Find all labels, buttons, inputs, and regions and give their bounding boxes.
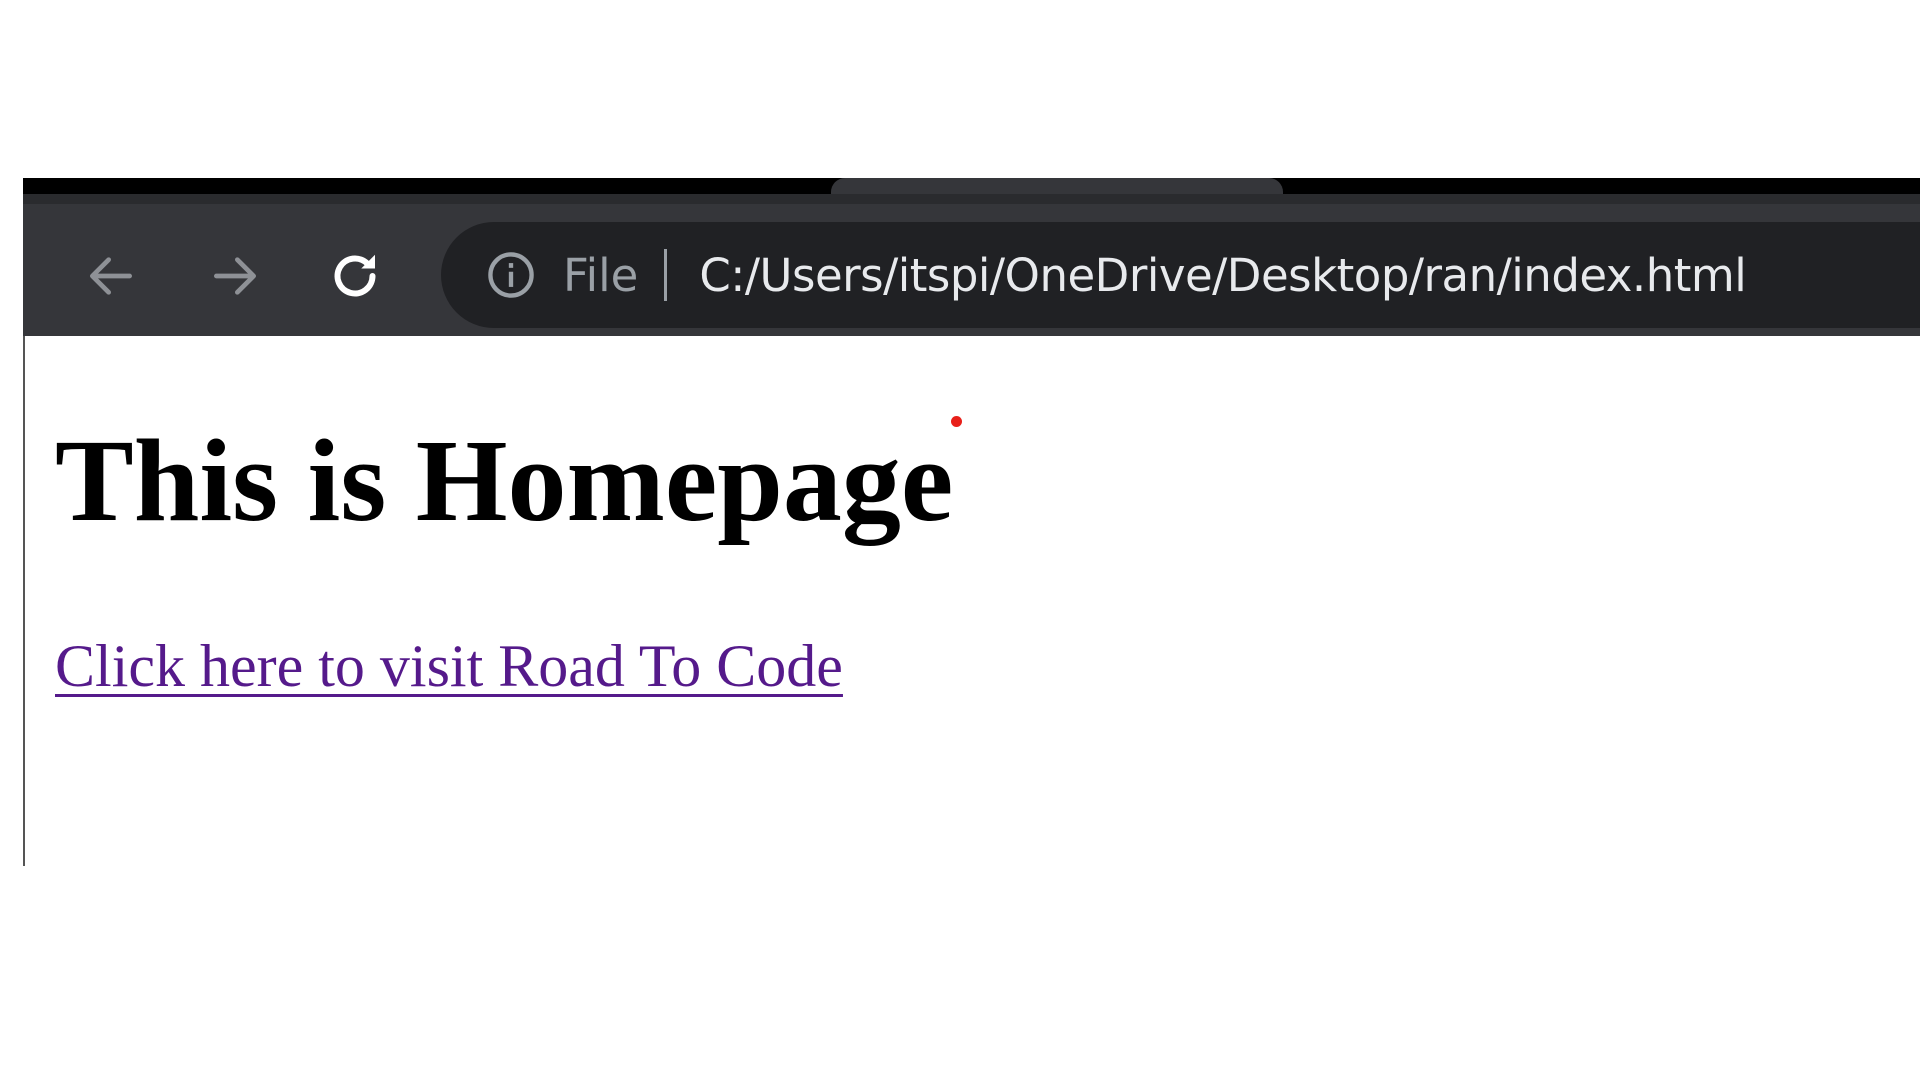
page-heading: This is Homepage xyxy=(55,415,954,546)
screenshot: File C:/Users/itspi/OneDrive/Desktop/ran… xyxy=(0,0,1920,1080)
road-to-code-link[interactable]: Click here to visit Road To Code xyxy=(55,636,843,696)
active-tab[interactable] xyxy=(831,178,1283,194)
reload-icon xyxy=(334,254,376,297)
reload-button[interactable] xyxy=(319,240,391,312)
back-button[interactable] xyxy=(75,240,147,312)
tab-strip xyxy=(23,178,1920,194)
info-circle-icon[interactable] xyxy=(485,249,537,301)
url-text[interactable]: C:/Users/itspi/OneDrive/Desktop/ran/inde… xyxy=(699,253,1746,298)
scheme-label[interactable]: File xyxy=(563,253,638,298)
browser-toolbar: File C:/Users/itspi/OneDrive/Desktop/ran… xyxy=(23,194,1920,336)
address-bar[interactable]: File C:/Users/itspi/OneDrive/Desktop/ran… xyxy=(441,222,1920,328)
forward-button[interactable] xyxy=(199,240,271,312)
page-content: This is Homepage Click here to visit Roa… xyxy=(23,336,1920,866)
chip-divider xyxy=(664,249,668,301)
arrow-right-icon xyxy=(214,257,256,295)
arrow-left-icon xyxy=(90,257,133,295)
browser-window: File C:/Users/itspi/OneDrive/Desktop/ran… xyxy=(23,178,1920,866)
cursor-dot xyxy=(951,416,962,427)
